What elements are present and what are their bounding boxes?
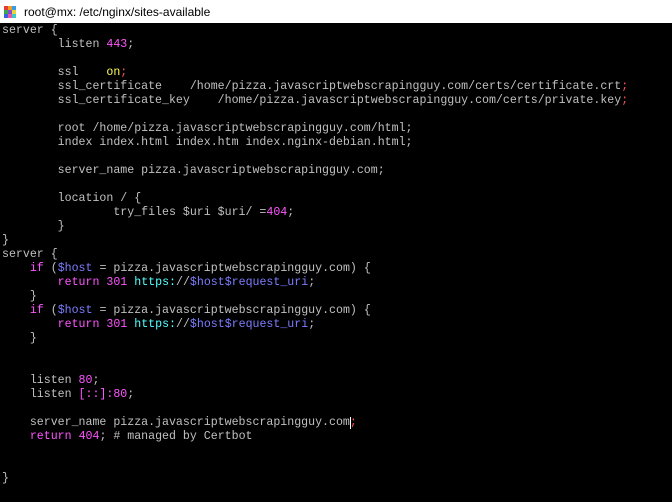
terminal-text-segment: 443 <box>106 38 128 51</box>
terminal-line: index index.html index.htm index.nginx-d… <box>2 136 413 150</box>
terminal-line: listen 443; <box>2 38 135 52</box>
terminal-line: server { <box>2 24 58 38</box>
terminal-text-segment: return <box>57 276 100 289</box>
terminal-text-segment: ssl_certificate /home/pizza.javascriptwe… <box>2 80 622 93</box>
terminal-line: return 404; # managed by Certbot <box>2 430 253 444</box>
terminal-text-segment: root /home/pizza.javascriptwebscrapinggu… <box>2 122 413 135</box>
terminal-text-segment: ( <box>43 304 58 317</box>
terminal-text-segment: listen <box>2 374 79 387</box>
terminal-line: if ($host = pizza.javascriptwebscrapingg… <box>2 262 371 276</box>
terminal-line: if ($host = pizza.javascriptwebscrapingg… <box>2 304 371 318</box>
terminal-text-segment: if <box>29 304 44 317</box>
window-title: root@mx: /etc/nginx/sites-available <box>24 4 211 19</box>
cursor-caret <box>349 417 351 429</box>
terminal-text-segment: if <box>29 262 44 275</box>
terminal-text-segment: = pizza.javascriptwebscrapingguy.com) { <box>92 304 371 317</box>
terminal-line: try_files $uri $uri/ =404; <box>2 206 294 220</box>
terminal-text-segment: ; <box>287 206 295 219</box>
putty-terminal-icon <box>3 5 17 18</box>
terminal-text-segment: ssl <box>2 66 107 79</box>
terminal-line: } <box>2 234 9 248</box>
terminal-text-segment: 404 <box>266 206 288 219</box>
terminal-text-segment: $host$request_uri <box>189 276 309 289</box>
terminal-text-segment: [::]: <box>78 388 114 401</box>
terminal-text-segment: } <box>2 220 65 233</box>
terminal-line: return 301 https://$host$request_uri; <box>2 318 315 332</box>
terminal-text-segment: ; # managed by Certbot <box>99 430 253 443</box>
terminal-line: server_name pizza.javascriptwebscrapingg… <box>2 416 357 430</box>
terminal-line: server { <box>2 248 58 262</box>
terminal-line: ssl_certificate /home/pizza.javascriptwe… <box>2 80 629 94</box>
window-titlebar: root@mx: /etc/nginx/sites-available <box>0 0 672 23</box>
terminal-line: } <box>2 472 9 486</box>
terminal-text-segment: $host$request_uri <box>189 318 309 331</box>
terminal-text-segment: https: <box>134 318 176 331</box>
terminal-text-segment: server_name pizza.javascriptwebscrapingg… <box>2 416 350 429</box>
terminal-text-segment: ; <box>92 374 100 387</box>
terminal-text-segment: server { <box>2 248 58 261</box>
terminal-text-segment: listen <box>2 38 107 51</box>
terminal-line: listen [::]:80; <box>2 388 134 402</box>
terminal-line: ssl_certificate_key /home/pizza.javascri… <box>2 94 629 108</box>
terminal-line: } <box>2 220 65 234</box>
terminal-line: ssl on; <box>2 66 128 80</box>
terminal-line: return 301 https://$host$request_uri; <box>2 276 315 290</box>
terminal-text-segment: } <box>2 332 37 345</box>
terminal-line: server_name pizza.javascriptwebscrapingg… <box>2 164 385 178</box>
terminal-text-segment: 301 <box>106 276 128 289</box>
terminal-text-segment: https: <box>134 276 176 289</box>
terminal-text-segment: server_name pizza.javascriptwebscrapingg… <box>2 164 385 177</box>
terminal-text-segment: ; <box>120 66 128 79</box>
terminal-text-segment: ; <box>308 318 316 331</box>
terminal-text-segment: return <box>57 318 100 331</box>
terminal-text-segment: ; <box>349 416 357 429</box>
terminal-text-segment: return <box>29 430 72 443</box>
terminal-text-segment: } <box>2 234 9 247</box>
terminal-text-segment: ; <box>127 38 135 51</box>
terminal-text-segment: ( <box>43 262 58 275</box>
terminal-line: } <box>2 332 37 346</box>
terminal-text-segment: server { <box>2 24 58 37</box>
terminal-line: listen 80; <box>2 374 100 388</box>
terminal-line: } <box>2 290 37 304</box>
terminal-text-segment: 301 <box>106 318 128 331</box>
terminal-text-segment: = pizza.javascriptwebscrapingguy.com) { <box>92 262 371 275</box>
terminal-text-segment: ; <box>621 94 629 107</box>
terminal-text-segment: 80 <box>78 374 93 387</box>
terminal-text-segment: // <box>175 276 190 289</box>
terminal-text-segment: $host <box>57 304 93 317</box>
terminal-line: root /home/pizza.javascriptwebscrapinggu… <box>2 122 413 136</box>
terminal-text-segment: listen <box>2 388 79 401</box>
terminal-text-segment: ; <box>127 388 135 401</box>
terminal-text-segment: 80 <box>113 388 128 401</box>
terminal-text-segment: } <box>2 472 9 485</box>
terminal-text-segment: location / { <box>2 192 142 205</box>
terminal-line: location / { <box>2 192 142 206</box>
terminal-text-segment: ; <box>621 80 629 93</box>
terminal-text-segment: ; <box>308 276 316 289</box>
terminal-text-segment: try_files $uri $uri/ = <box>2 206 267 219</box>
terminal-output[interactable]: server { listen 443; ssl on; ssl_certifi… <box>0 23 672 502</box>
terminal-text-segment: 404 <box>78 430 100 443</box>
terminal-text-segment: } <box>2 290 37 303</box>
terminal-text-segment: on <box>106 66 121 79</box>
terminal-text-segment: ssl_certificate_key /home/pizza.javascri… <box>2 94 622 107</box>
terminal-text-segment: $host <box>57 262 93 275</box>
terminal-text-segment: // <box>175 318 190 331</box>
terminal-text-segment: index index.html index.htm index.nginx-d… <box>2 136 413 149</box>
